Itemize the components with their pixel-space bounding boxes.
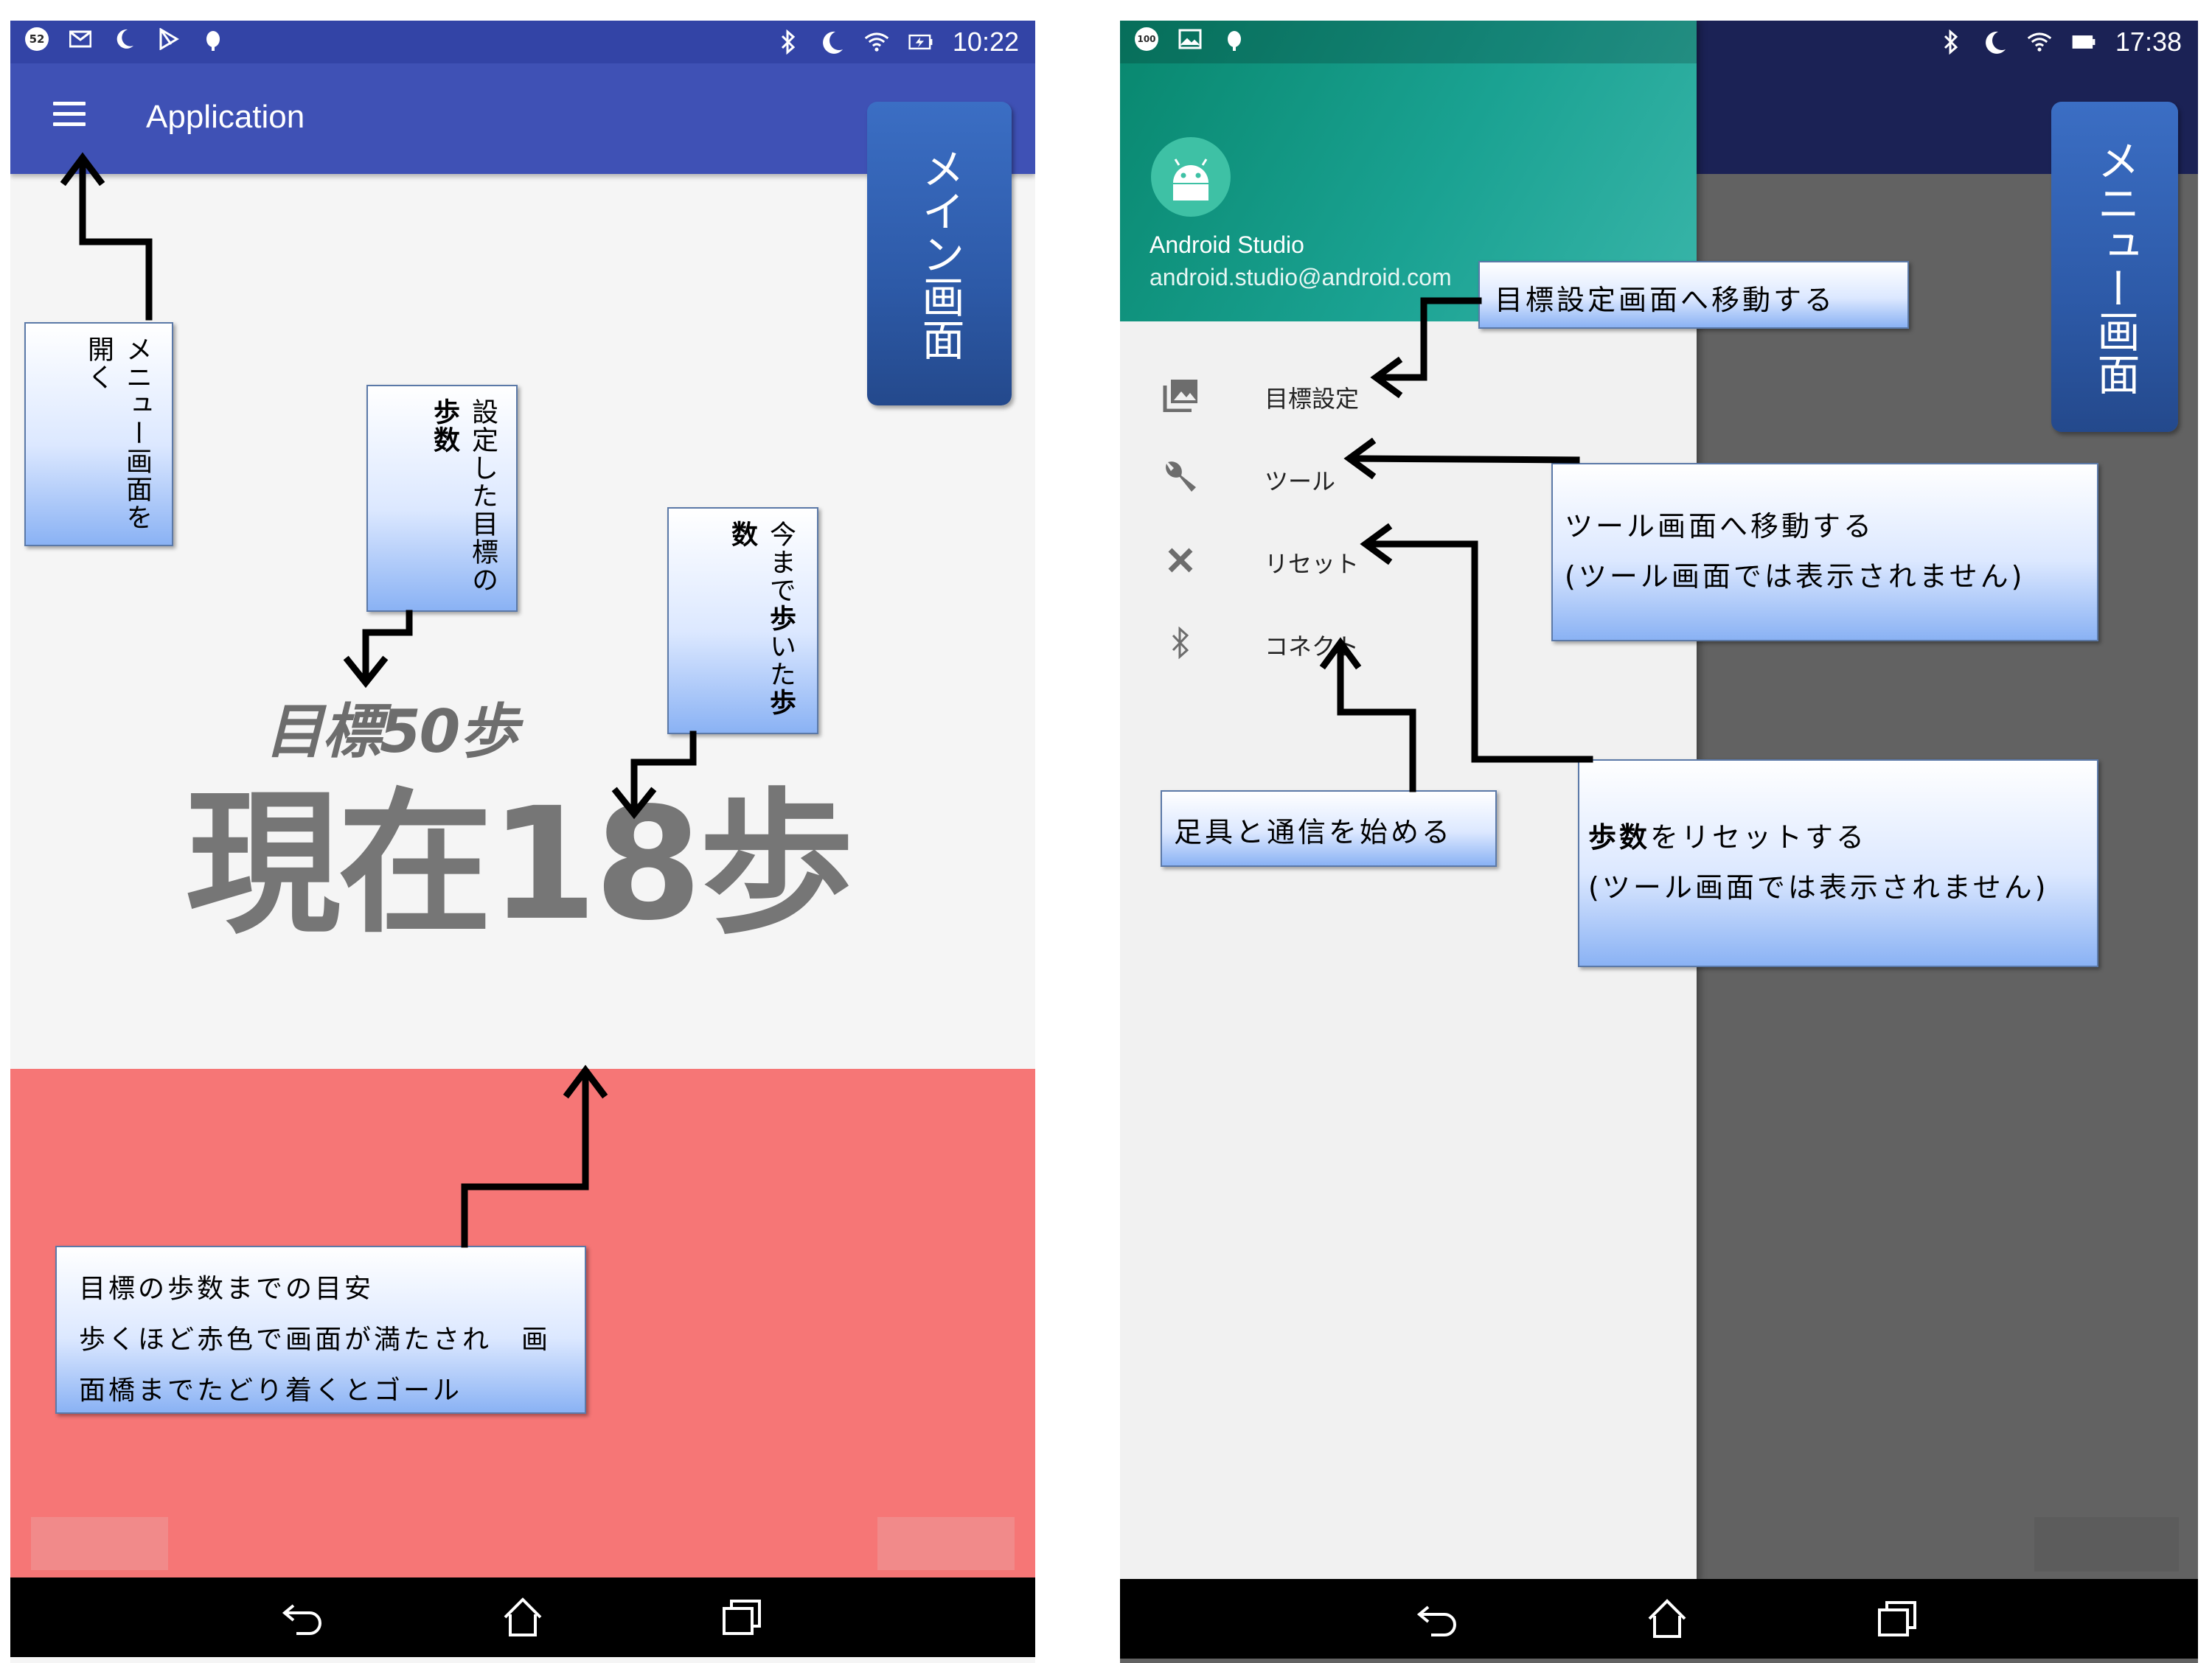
menu-item-label: リセット xyxy=(1265,550,1360,578)
bluetooth-icon xyxy=(1938,29,1964,55)
note-text: 今まで xyxy=(765,520,796,604)
status-bar: 52 10:22 xyxy=(10,21,1035,63)
clock: 10:22 xyxy=(952,27,1019,57)
main-screen-label: メイン画面 xyxy=(867,102,1012,405)
menu-item-label: ツール xyxy=(1265,467,1336,495)
user-name: Android Studio xyxy=(1150,231,1304,258)
goal-steps-text: 目標50歩 xyxy=(265,697,518,766)
play-store-icon xyxy=(156,27,181,52)
bluetooth-icon xyxy=(776,29,801,55)
note-text: 足具と通信を始める xyxy=(1174,816,1453,848)
bluetooth-icon xyxy=(1161,624,1200,662)
back-icon[interactable] xyxy=(280,1595,324,1639)
note-connect: 足具と通信を始める xyxy=(1161,790,1497,867)
note-open-menu: メニュー画面を開く xyxy=(24,322,173,546)
current-steps-text: 現在18歩 xyxy=(186,774,854,955)
moon-icon xyxy=(820,29,845,55)
wifi-icon xyxy=(2027,29,2052,55)
dimmed-fab xyxy=(2034,1517,2179,1572)
android-robot-icon xyxy=(1151,137,1231,217)
home-icon[interactable] xyxy=(501,1595,545,1639)
note-text: メニュー画面を開く xyxy=(83,335,152,531)
note-walked-steps: 今まで歩いた歩数 xyxy=(667,507,818,734)
wifi-icon xyxy=(864,29,889,55)
note-line: 歩数をリセットする xyxy=(1588,812,2088,862)
note-line: (ツール画面では表示されません) xyxy=(1588,871,2049,904)
faded-button-left xyxy=(31,1517,168,1570)
recent-apps-icon[interactable] xyxy=(1875,1597,1919,1641)
faded-button-right xyxy=(877,1517,1015,1570)
close-icon xyxy=(1161,541,1200,579)
navigation-bar xyxy=(10,1577,1035,1657)
battery-icon xyxy=(2071,29,2096,55)
note-line: (ツール画面では表示されません) xyxy=(1565,560,2025,593)
notification-count-badge: 100 xyxy=(1135,27,1158,51)
menu-item-label: 目標設定 xyxy=(1265,385,1360,413)
hamburger-menu-icon[interactable] xyxy=(53,102,88,137)
menu-item-goal-setting[interactable]: 目標設定 xyxy=(1120,360,1697,430)
mail-icon xyxy=(68,27,93,52)
note-text: をリセットする xyxy=(1650,821,1868,854)
user-email: android.studio@android.com xyxy=(1150,264,1452,290)
android-debug-icon xyxy=(201,27,226,52)
note-tool: ツール画面へ移動する (ツール画面では表示されません) xyxy=(1551,463,2098,641)
moon-icon xyxy=(1983,29,2008,55)
moon-icon xyxy=(112,27,137,52)
wrench-icon xyxy=(1161,459,1200,497)
note-text-bold: 歩数 xyxy=(1588,821,1651,854)
android-debug-icon xyxy=(1222,27,1247,52)
note-goal-setting: 目標設定画面へ移動する xyxy=(1478,261,1909,329)
back-icon[interactable] xyxy=(1415,1597,1459,1641)
menu-screen-label: メニュー画面 xyxy=(2051,102,2178,432)
app-title: Application xyxy=(146,99,305,135)
status-bar: 100 17:38 xyxy=(1120,21,2198,63)
note-text: 設定した目標の xyxy=(467,398,498,594)
photo-icon xyxy=(1161,376,1200,414)
note-text: 目標設定画面へ移動する xyxy=(1495,284,1836,316)
note-text-bold: 歩数 xyxy=(429,398,459,454)
note-goal-steps: 設定した目標の歩数 xyxy=(366,385,518,612)
notification-count-badge: 52 xyxy=(25,27,49,51)
recent-apps-icon[interactable] xyxy=(720,1595,764,1639)
note-line: ツール画面へ移動する xyxy=(1565,510,1875,543)
note-reset: 歩数をリセットする (ツール画面では表示されません) xyxy=(1578,759,2098,967)
note-line: 目標の歩数までの目安 xyxy=(79,1274,375,1304)
image-icon xyxy=(1178,27,1203,52)
note-line: 歩くほど赤色で画面が満たされ 画 xyxy=(79,1325,552,1355)
clock: 17:38 xyxy=(2115,27,2182,57)
home-icon[interactable] xyxy=(1645,1597,1689,1641)
note-text-bold: 歩 xyxy=(765,604,796,632)
note-line: 面橋までたどり着くとゴール xyxy=(79,1376,463,1406)
note-progress-description: 目標の歩数までの目安 歩くほど赤色で画面が満たされ 画 面橋までたどり着くとゴー… xyxy=(55,1246,586,1414)
navigation-bar xyxy=(1120,1579,2198,1659)
battery-charging-icon xyxy=(908,29,933,55)
note-text: いた xyxy=(765,632,796,688)
menu-item-label: コネクト xyxy=(1265,632,1360,660)
